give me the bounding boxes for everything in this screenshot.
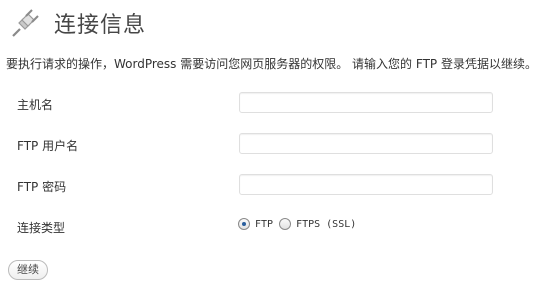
hostname-label: 主机名: [17, 98, 54, 112]
connection-type-row: 连接类型 FTP FTPS (SSL): [0, 215, 535, 239]
hostname-input[interactable]: [239, 92, 493, 113]
connection-type-label: 连接类型: [17, 221, 66, 235]
continue-button[interactable]: 继续: [8, 260, 48, 280]
hostname-row: 主机名: [0, 92, 535, 116]
password-row: FTP 密码: [0, 174, 535, 198]
password-input[interactable]: [239, 174, 493, 195]
ftp-radio[interactable]: [238, 218, 250, 230]
password-label: FTP 密码: [17, 180, 67, 194]
ftp-radio-label[interactable]: FTP: [255, 219, 273, 230]
page-header: 连接信息: [8, 6, 146, 40]
username-input[interactable]: [239, 133, 493, 154]
intro-text: 要执行请求的操作，WordPress 需要访问您网页服务器的权限。 请输入您的 …: [6, 57, 535, 71]
plug-icon: [8, 6, 42, 40]
ftps-radio[interactable]: [279, 218, 292, 230]
page-title: 连接信息: [54, 13, 147, 38]
ftps-radio-label[interactable]: FTPS (SSL): [296, 219, 356, 230]
username-row: FTP 用户名: [0, 133, 535, 157]
connection-type-radio-group: FTP FTPS (SSL): [238, 218, 362, 230]
username-label: FTP 用户名: [17, 139, 79, 153]
